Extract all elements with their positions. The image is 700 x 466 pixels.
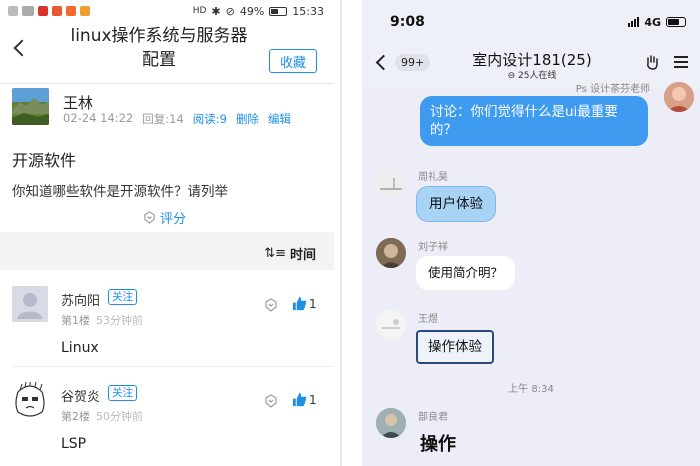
header-actions: [644, 54, 688, 70]
sender-name: Ps 设计茶芬老师: [575, 84, 650, 95]
avatar[interactable]: [376, 238, 406, 268]
sender-name: 刘子祥: [418, 242, 448, 253]
post-meta: 02-24 14:22 回复:14 阅读:9 删除 编辑: [63, 111, 300, 127]
sender-name: 周礼昊: [418, 172, 448, 183]
separator: [334, 0, 362, 466]
battery-icon: [666, 17, 686, 27]
rate-icon[interactable]: [264, 394, 278, 408]
author-name[interactable]: 王林: [63, 92, 93, 113]
rate-button[interactable]: 评分: [143, 208, 186, 227]
rate-icon: [144, 211, 155, 224]
portrait-image: [376, 408, 406, 438]
post-body: 你知道哪些软件是开源软件？请列举: [12, 184, 228, 200]
wifi-icon: [22, 6, 34, 16]
battery-text: 49%: [239, 4, 265, 18]
reply-time: 50分钟前: [96, 410, 143, 423]
default-avatar-icon: [17, 293, 43, 319]
app-notify-icon: [80, 6, 90, 16]
thumbs-up-icon: [292, 296, 307, 311]
avatar[interactable]: [376, 168, 406, 198]
status-bar: HD ✱ ⊘ 49% 15:33: [0, 0, 334, 22]
menu-icon[interactable]: [674, 56, 688, 68]
signal-icon: [8, 6, 18, 16]
signal-icon: [628, 17, 640, 27]
status-time: 9:08: [390, 14, 425, 30]
app-notify-icon: [38, 6, 48, 16]
edit-link[interactable]: 编辑: [268, 111, 291, 127]
hand-wave-icon[interactable]: [644, 54, 660, 70]
sort-label: 时间: [289, 248, 316, 263]
follow-button[interactable]: 关注: [108, 289, 137, 305]
cartoon-face-icon: [15, 381, 45, 417]
reply-text: LSP: [61, 436, 87, 452]
delete-link[interactable]: 删除: [236, 111, 259, 127]
landscape-image: [376, 168, 406, 198]
chat-title: 室内设计181(25): [472, 51, 592, 69]
portrait-image: [376, 238, 406, 268]
message-bubble: 使用简介明？: [416, 256, 516, 290]
reply-item: 苏向阳 关注 第1楼 53分钟前 Linux 1: [0, 272, 334, 368]
sender-name: 部良君: [418, 412, 448, 423]
sort-icon: ⇅≡: [264, 246, 286, 261]
message-bubble: 用户体验: [416, 186, 496, 222]
favorite-button[interactable]: 收藏: [269, 49, 317, 73]
status-icons-right: HD ✱ ⊘ 49% 15:33: [193, 5, 324, 18]
reply-floor: 第2楼 50分钟前: [61, 410, 143, 423]
chevron-left-icon: [375, 54, 392, 71]
follow-button[interactable]: 关注: [108, 385, 137, 401]
message-bubble: 操作体验: [416, 330, 494, 364]
message-bubble-self: 讨论：你们觉得什么是ui最重要的？: [420, 96, 648, 146]
network-type: 4G: [644, 15, 661, 29]
reply-time: 53分钟前: [96, 314, 143, 327]
status-time: 15:33: [292, 4, 324, 18]
mute-icon: ⊘: [225, 4, 235, 18]
bluetooth-icon: ✱: [211, 4, 221, 18]
status-icons-left: [8, 6, 90, 16]
avatar[interactable]: [12, 381, 48, 418]
app-notify-icon: [52, 6, 62, 16]
rate-label: 评分: [160, 212, 187, 227]
avatar[interactable]: [376, 408, 406, 438]
reply-item: 谷贺炎 关注 第2楼 50分钟前 LSP 1: [0, 368, 334, 464]
like-button[interactable]: 1: [292, 392, 317, 407]
landscape-image: [12, 88, 49, 125]
like-count: 1: [309, 296, 317, 311]
author-avatar[interactable]: [12, 88, 49, 125]
read-count-link[interactable]: 阅读:9: [193, 111, 227, 127]
page-title: linux操作系统与服务器配置: [70, 26, 248, 70]
avatar[interactable]: [12, 286, 48, 322]
unread-badge: 99+: [395, 54, 431, 71]
forum-screen: HD ✱ ⊘ 49% 15:33 linux操作系统与服务器配置 收藏 王林 0…: [0, 0, 334, 466]
rate-icon[interactable]: [264, 298, 278, 312]
avatar[interactable]: [376, 310, 406, 340]
reply-count: 回复:14: [142, 112, 184, 126]
back-button[interactable]: 99+: [374, 54, 431, 71]
time-separator: 上午 8:34: [508, 384, 554, 395]
thumbs-up-icon: [292, 392, 307, 407]
like-button[interactable]: 1: [292, 296, 317, 311]
chat-screen: 9:08 4G 99+ 室内设计181(25) ⊖ 25人在线 Ps 设计茶芬老…: [362, 0, 700, 466]
app-notify-icon: [66, 6, 76, 16]
portrait-image: [664, 82, 694, 112]
reply-floor: 第1楼 53分钟前: [61, 314, 143, 327]
avatar[interactable]: [664, 82, 694, 112]
message-bubble: 操作: [420, 434, 456, 455]
post-title: 开源软件: [12, 151, 77, 170]
sort-button[interactable]: ⇅≡ 时间: [264, 244, 316, 263]
back-button[interactable]: [10, 36, 30, 60]
sender-name: 王煜: [418, 314, 438, 325]
post-date: 02-24 14:22: [63, 111, 134, 125]
battery-icon: [269, 6, 288, 16]
landscape-image: [376, 310, 406, 340]
hd-icon: HD: [192, 6, 207, 16]
divider: [12, 366, 334, 367]
status-icons-right: 4G: [628, 16, 686, 29]
like-count: 1: [309, 392, 317, 407]
status-bar: 9:08 4G: [362, 0, 700, 44]
reply-author[interactable]: 谷贺炎: [61, 386, 100, 405]
reply-author[interactable]: 苏向阳: [61, 290, 100, 309]
reply-text: Linux: [61, 340, 99, 356]
